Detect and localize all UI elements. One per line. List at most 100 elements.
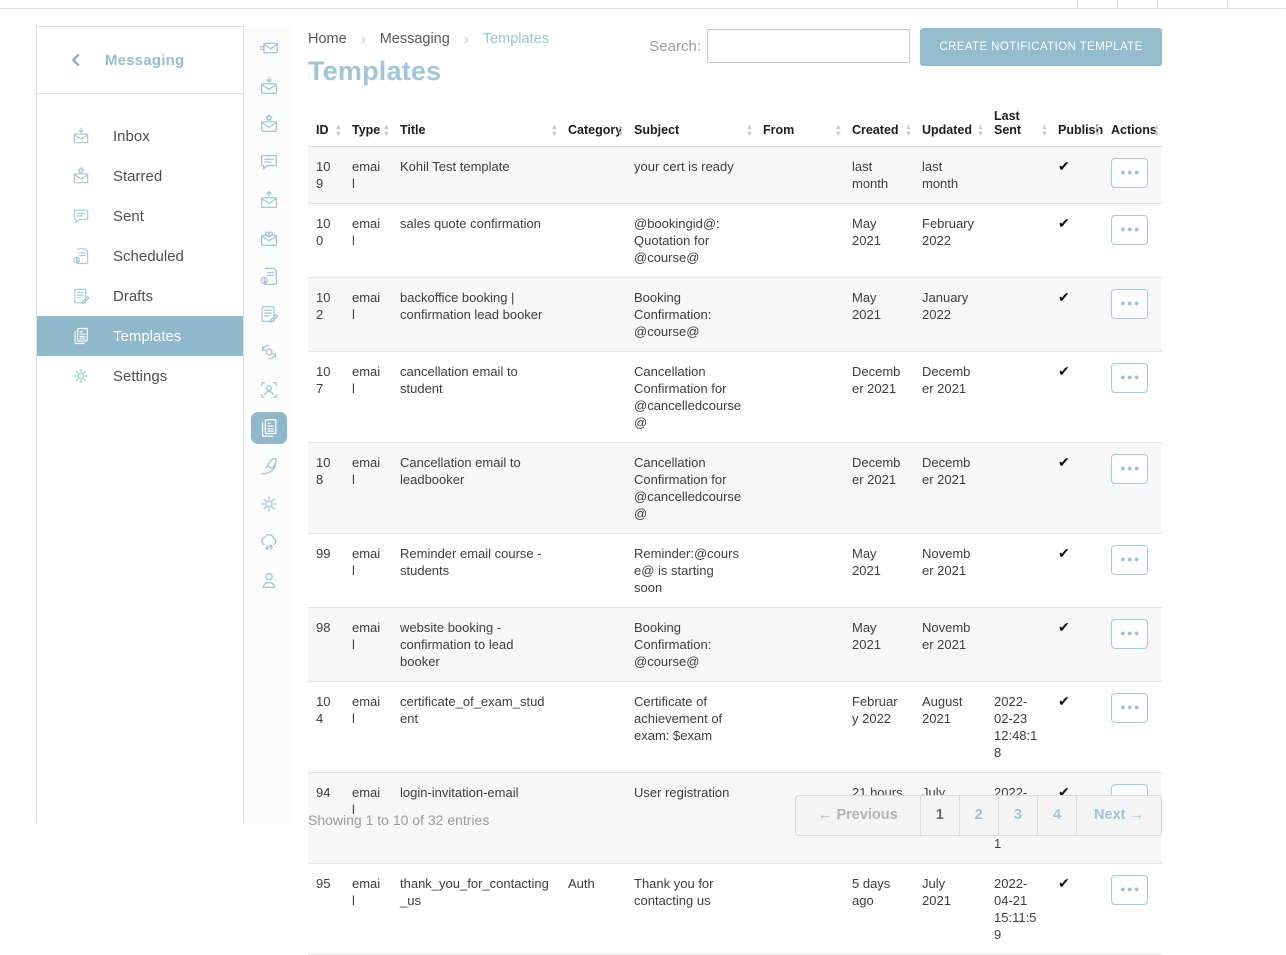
rail-button-drafts-doc-icon[interactable] [251, 298, 287, 330]
cell-actions: ●●● [1103, 608, 1162, 682]
sort-arrows-icon: ▲▼ [746, 124, 753, 137]
cell-updated: July 2021 [914, 864, 986, 955]
cell-publish: ✔ [1050, 352, 1103, 443]
ellipsis-icon: ●●● [1120, 702, 1141, 712]
row-actions-button[interactable]: ●●● [1111, 289, 1148, 319]
sidebar-item-starred[interactable]: Starred [37, 156, 243, 196]
cell-last-sent [986, 147, 1050, 204]
sidebar-item-drafts[interactable]: Drafts [37, 276, 243, 316]
rail-button-cloud-sync-icon[interactable] [251, 526, 287, 558]
ellipsis-icon: ●●● [1120, 884, 1141, 894]
top-toolbar [0, 0, 1286, 9]
sidebar-item-inbox[interactable]: Inbox [37, 116, 243, 156]
row-actions-button[interactable]: ●●● [1111, 875, 1148, 905]
cell-type: email [344, 443, 392, 534]
cell-subject: Cancellation Confirmation for @cancelled… [626, 443, 755, 534]
ellipsis-icon: ●●● [1120, 224, 1141, 234]
cell-category [560, 682, 626, 773]
rail-button-mail-exchange-icon[interactable] [251, 32, 287, 64]
cell-subject: Booking Confirmation: @course@ [626, 608, 755, 682]
cell-last-sent: 2022-02-23 12:48:18 [986, 682, 1050, 773]
sidebar-item-settings[interactable]: Settings [37, 356, 243, 396]
cell-type: email [344, 682, 392, 773]
row-actions-button[interactable]: ●●● [1111, 454, 1148, 484]
row-actions-button[interactable]: ●●● [1111, 693, 1148, 723]
column-header-publish[interactable]: Publish▲▼ [1050, 103, 1103, 147]
rail-button-templates-doc-icon[interactable] [251, 412, 287, 444]
rail-button-favorite-mail-icon[interactable] [251, 222, 287, 254]
cell-publish: ✔ [1050, 608, 1103, 682]
cell-title: Reminder email course - students [392, 534, 560, 608]
messaging-sidebar: Messaging Inbox StarredSent Scheduled Draft… [36, 26, 244, 823]
cell-category [560, 204, 626, 278]
rail-button-user-icon[interactable] [251, 564, 287, 596]
sidebar-item-label: Templates [113, 328, 181, 345]
rail-button-campaign-target-icon[interactable] [251, 336, 287, 368]
sent-chat-icon [258, 151, 280, 173]
row-actions-button[interactable]: ●●● [1111, 363, 1148, 393]
column-header-category[interactable]: Category▲▼ [560, 103, 626, 147]
column-header-from[interactable]: From▲▼ [755, 103, 844, 147]
ellipsis-icon: ●●● [1120, 463, 1141, 473]
cloud-sync-icon [258, 531, 280, 553]
column-header-actions[interactable]: Actions▲▼ [1103, 103, 1162, 147]
row-actions-button[interactable]: ●●● [1111, 215, 1148, 245]
rail-button-signature-quill-icon[interactable] [251, 450, 287, 482]
sort-arrows-icon: ▲▼ [383, 124, 390, 137]
sidebar-item-sent[interactable]: Sent [37, 196, 243, 236]
toolbar-divider [1157, 0, 1158, 8]
sidebar-item-label: Settings [113, 368, 167, 385]
cell-type: email [344, 278, 392, 352]
starred-mail-icon [71, 166, 91, 186]
rail-button-user-scan-icon[interactable] [251, 374, 287, 406]
pagination-previous-button[interactable]: ← Previous [796, 796, 920, 835]
ellipsis-icon: ●●● [1120, 167, 1141, 177]
sort-arrows-icon: ▲▼ [905, 124, 912, 137]
row-actions-button[interactable]: ●●● [1111, 545, 1148, 575]
cell-created: December 2021 [844, 443, 914, 534]
cell-type: email [344, 204, 392, 278]
column-header-last-sent[interactable]: Last Sent▲▼ [986, 103, 1050, 147]
column-header-id[interactable]: ID▲▼ [308, 103, 344, 147]
breadcrumb-item-home[interactable]: Home [308, 31, 347, 47]
cell-actions: ●●● [1103, 352, 1162, 443]
rail-button-scheduled-doc-icon[interactable] [251, 260, 287, 292]
pagination-next-button[interactable]: Next → [1076, 796, 1161, 835]
pagination-page-2[interactable]: 2 [959, 796, 998, 835]
row-actions-button[interactable]: ●●● [1111, 158, 1148, 188]
column-header-subject[interactable]: Subject▲▼ [626, 103, 755, 147]
row-actions-button[interactable]: ●●● [1111, 619, 1148, 649]
cell-type: email [344, 534, 392, 608]
pagination: ← Previous1234Next → [795, 795, 1162, 836]
column-header-title[interactable]: Title▲▼ [392, 103, 560, 147]
cell-updated: January 2022 [914, 278, 986, 352]
search-input[interactable] [707, 29, 910, 63]
rail-button-outbox-mail-icon[interactable] [251, 184, 287, 216]
breadcrumb-item-messaging[interactable]: Messaging [380, 31, 450, 47]
rail-button-inbox-mail-icon[interactable] [251, 70, 287, 102]
sidebar-item-templates[interactable]: Templates [37, 316, 243, 356]
pagination-page-4[interactable]: 4 [1037, 796, 1076, 835]
cell-actions: ●●● [1103, 682, 1162, 773]
sort-arrows-icon: ▲▼ [977, 124, 984, 137]
table-row: 100emailsales quote confirmation@booking… [308, 204, 1162, 278]
cell-from [755, 864, 844, 955]
breadcrumb-item-templates[interactable]: Templates [483, 31, 549, 47]
sidebar-menu: Inbox StarredSent Scheduled Drafts Templates… [37, 94, 243, 396]
sidebar-back-header[interactable]: Messaging [37, 27, 243, 94]
sidebar-item-label: Scheduled [113, 248, 184, 265]
sidebar-item-scheduled[interactable]: Scheduled [37, 236, 243, 276]
create-notification-template-button[interactable]: CREATE NOTIFICATION TEMPLATE [920, 28, 1162, 66]
rail-button-starred-mail-icon[interactable] [251, 108, 287, 140]
column-header-type[interactable]: Type▲▼ [344, 103, 392, 147]
rail-button-sent-chat-icon[interactable] [251, 146, 287, 178]
column-header-created[interactable]: Created▲▼ [844, 103, 914, 147]
column-header-updated[interactable]: Updated▲▼ [914, 103, 986, 147]
pagination-page-1[interactable]: 1 [920, 796, 959, 835]
rail-button-gear-icon[interactable] [251, 488, 287, 520]
pagination-page-3[interactable]: 3 [998, 796, 1037, 835]
mail-exchange-icon [258, 37, 280, 59]
table-row: 107emailcancellation email to studentCan… [308, 352, 1162, 443]
sidebar-item-label: Inbox [113, 128, 150, 145]
cell-from [755, 352, 844, 443]
